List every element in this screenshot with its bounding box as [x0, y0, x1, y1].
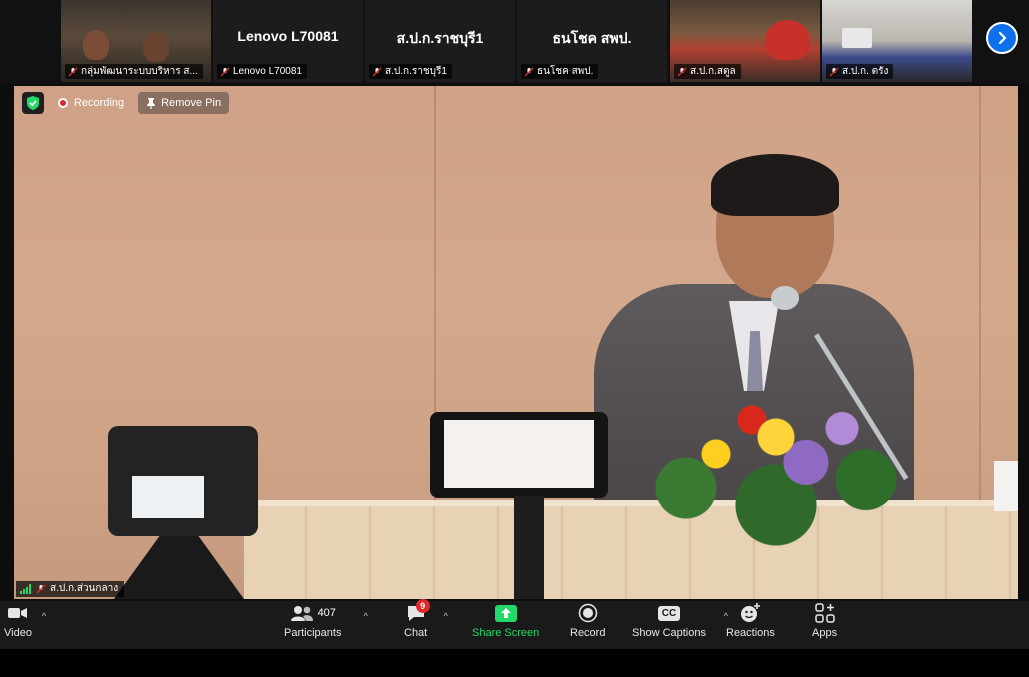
participants-count: 407 [317, 607, 336, 619]
tile-center-name: ธนโชค สพป. [552, 30, 632, 46]
share-screen-button[interactable]: Share Screen [472, 603, 539, 639]
participant-video [765, 20, 810, 60]
tile-name-label: ส.ป.ก. ตรัง [826, 64, 894, 79]
participants-icon [290, 606, 313, 621]
reactions-button[interactable]: Reactions [726, 603, 775, 639]
camera-screen [132, 476, 204, 518]
video-options-caret[interactable]: ^ [42, 611, 46, 621]
record-button[interactable]: Record [570, 603, 605, 639]
tile-center-name: ส.ป.ก.ราชบุรี1 [396, 30, 484, 46]
participant-video [143, 32, 169, 62]
meeting-toolbar: ^ Video 407 ^ Participants 9 ^ Chat Shar… [0, 599, 1029, 649]
gallery-strip: กลุ่มพัฒนาระบบบริหาร ส... Lenovo L70081 … [0, 0, 1029, 84]
smiley-plus-icon [741, 603, 761, 622]
signal-bars-icon [20, 584, 31, 594]
share-screen-icon [494, 604, 517, 622]
tile-name-label: ส.ป.ก.ราชบุรี1 [369, 64, 452, 79]
apps-button[interactable]: Apps [812, 603, 837, 639]
mic-muted-icon [372, 67, 382, 76]
speaker-name-label: ส.ป.ก.ส่วนกลาง [16, 581, 125, 597]
gallery-next-button[interactable] [986, 22, 1018, 54]
participants-button[interactable]: 407 ^ Participants [284, 603, 368, 639]
mic-muted-icon [524, 67, 534, 76]
wall-divider [979, 86, 981, 509]
mic-muted-icon [68, 67, 78, 76]
tile-name-label: Lenovo L70081 [217, 64, 307, 79]
participants-options-caret[interactable]: ^ [364, 611, 368, 621]
gallery-tile[interactable]: ส.ป.ก. ตรัง [822, 0, 972, 82]
meeting-topbar: Recording Remove Pin [22, 92, 230, 114]
chat-options-caret[interactable]: ^ [444, 611, 448, 621]
gallery-tile[interactable]: Lenovo L70081 Lenovo L70081 [213, 0, 363, 82]
tile-name-label: ส.ป.ก.สตูล [674, 64, 741, 79]
video-camera-icon [7, 608, 27, 618]
tile-name-label: กลุ่มพัฒนาระบบบริหาร ส... [65, 64, 203, 79]
flower-arrangement [626, 386, 926, 556]
show-captions-button[interactable]: CC ^ Show Captions [632, 603, 728, 639]
gallery-tile[interactable]: ส.ป.ก.สตูล [670, 0, 820, 82]
chat-unread-badge: 9 [415, 599, 430, 613]
chat-button[interactable]: 9 ^ Chat [404, 599, 448, 639]
tile-name-label: ธนโชค สพป. [521, 64, 599, 79]
participant-video [842, 28, 872, 48]
shield-icon [27, 96, 39, 110]
speaker-hair [711, 154, 839, 216]
table-item [994, 461, 1018, 511]
mic-muted-icon [829, 67, 839, 76]
remove-pin-button[interactable]: Remove Pin [138, 92, 230, 114]
mic-muted-icon [36, 584, 46, 594]
tile-center-name: Lenovo L70081 [237, 28, 339, 44]
participant-video [83, 30, 109, 60]
camera-tripod [114, 536, 244, 599]
apps-icon [814, 603, 835, 623]
mic-muted-icon [677, 67, 687, 76]
record-icon [578, 603, 597, 623]
chevron-right-icon [998, 31, 1007, 45]
gallery-tile[interactable]: ธนโชค สพป. ธนโชค สพป. [517, 0, 667, 82]
microphone [771, 286, 799, 310]
gallery-tile[interactable]: กลุ่มพัฒนาระบบบริหาร ส... [61, 0, 211, 82]
screen-bottom-edge [0, 649, 1029, 677]
encryption-indicator[interactable] [22, 92, 44, 114]
recording-indicator[interactable]: Recording [50, 92, 132, 114]
active-speaker-video: Recording Remove Pin ส.ป.ก.ส่วนกลาง [14, 86, 1018, 599]
closed-captions-icon: CC [657, 605, 681, 621]
recording-dot-icon [58, 98, 68, 108]
pin-icon [147, 98, 156, 109]
phone-tripod [514, 496, 544, 599]
video-button[interactable]: ^ Video [4, 603, 46, 639]
gallery-tile[interactable]: ส.ป.ก.ราชบุรี1 ส.ป.ก.ราชบุรี1 [365, 0, 515, 82]
phone-screen [444, 420, 594, 488]
mic-muted-icon [220, 67, 230, 76]
